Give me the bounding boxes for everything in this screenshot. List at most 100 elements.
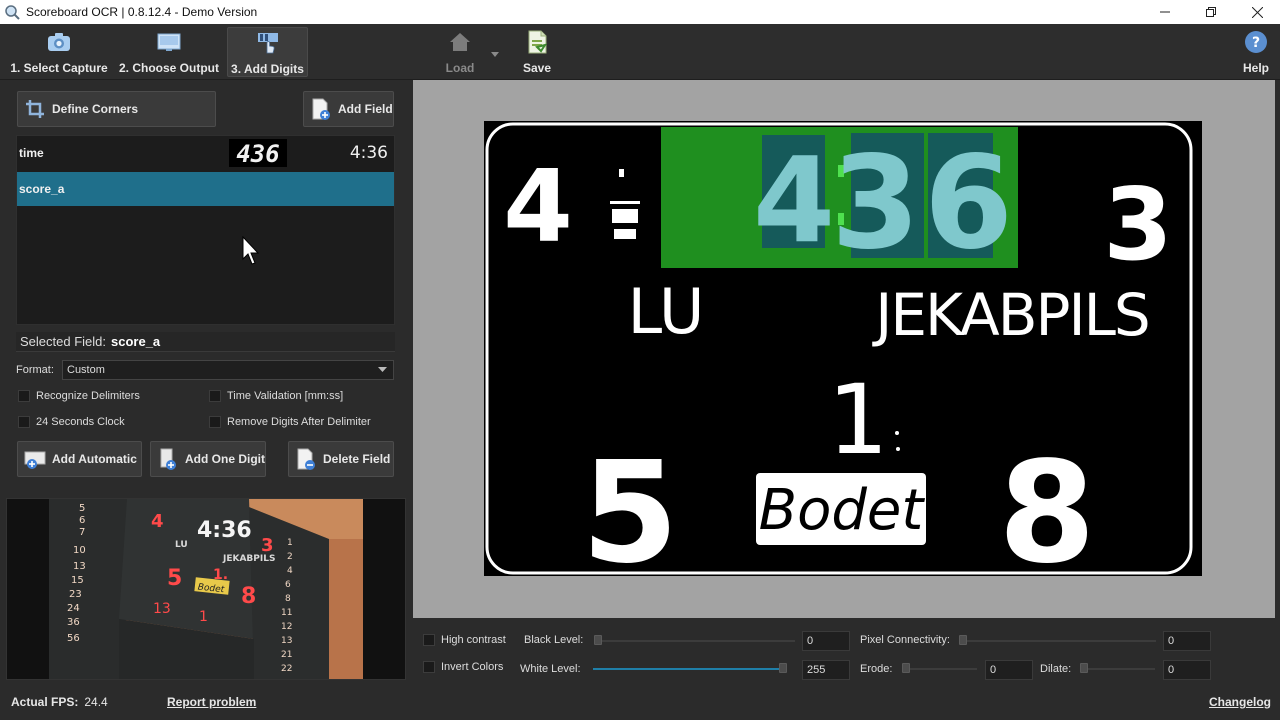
field-list: time 436 4:36 score_a [16,135,395,325]
preview-right-number: 1 [287,538,293,548]
field-row-time[interactable]: time 436 4:36 [17,136,394,170]
report-problem-link[interactable]: Report problem [167,695,256,709]
time-validation-checkbox[interactable]: Time Validation [mm:ss] [209,390,343,402]
preview-left-number: 36 [67,617,80,628]
help-button[interactable]: ? Help [1237,27,1275,77]
camera-preview-image: 5 6 7 10 13 15 23 24 36 56 4 4:36 3 LU J… [49,499,363,679]
close-icon [1251,6,1263,18]
erode-label: Erode: [860,663,893,675]
checkbox-box [423,661,435,673]
step-choose-output-button[interactable]: 2. Choose Output [118,27,220,77]
away-score: 3 [1103,166,1173,283]
delete-field-button[interactable]: Delete Field [288,441,394,477]
black-level-label: Black Level: [524,634,584,646]
white-level-slider-handle[interactable] [779,663,787,673]
fps-value: 24.4 [84,695,108,709]
add-field-label: Add Field [338,102,393,116]
save-button[interactable]: Save [517,27,557,77]
format-label: Format: [16,364,54,376]
dilate-slider-track[interactable] [1083,668,1155,670]
field-digits-preview: 436 [229,139,287,168]
restore-icon [1206,7,1216,17]
field-value: 4:36 [349,143,388,163]
changelog-link[interactable]: Changelog [1209,695,1271,709]
svg-text:?: ? [1252,35,1260,51]
black-level-slider-track[interactable] [595,640,795,642]
format-select[interactable]: Custom [62,360,394,380]
chevron-down-icon [378,367,387,372]
invert-colors-checkbox[interactable]: Invert Colors [423,661,503,673]
preview-left-number: 56 [67,633,80,644]
define-corners-button[interactable]: Define Corners [17,91,216,127]
field-digits-text: 436 [236,140,279,167]
checkbox-box [209,416,221,428]
fps-label: Actual FPS: [11,695,79,709]
erode-slider-track[interactable] [905,668,977,670]
black-level-slider-handle[interactable] [594,635,602,645]
add-field-button[interactable]: Add Field [303,91,394,127]
dilate-slider-handle[interactable] [1080,663,1088,673]
period-number: 1 [827,364,888,476]
load-button[interactable]: Load [440,27,480,77]
preview-left-number: 24 [67,603,80,614]
erode-slider-handle[interactable] [902,663,910,673]
home-team-name: LU [628,275,705,348]
preview-right-number: 13 [281,636,292,646]
digits-hand-icon [257,33,278,54]
recognize-delimiters-checkbox[interactable]: Recognize Delimiters [18,390,140,402]
title-bar: Scoreboard OCR | 0.8.12.4 - Demo Version [0,0,1280,24]
close-button[interactable] [1234,0,1280,24]
remove-digits-checkbox[interactable]: Remove Digits After Delimiter [209,416,371,428]
preview-left-number: 7 [79,527,85,538]
step-choose-output-label: 2. Choose Output [119,61,219,75]
preview-home-fouls: 5 [167,566,182,591]
preview-right-number: 8 [285,594,291,604]
preview-right-number: 11 [281,608,292,618]
add-automatic-label: Add Automatic [52,452,137,466]
restore-button[interactable] [1188,0,1234,24]
preview-right-number: 4 [287,566,293,576]
white-level-slider-track[interactable] [593,668,785,670]
pixel-connectivity-input[interactable]: 0 [1163,631,1211,651]
erode-input[interactable]: 0 [985,660,1033,680]
load-dropdown-arrow[interactable] [491,46,499,60]
preview-away-score: 3 [261,535,274,556]
remove-digits-label: Remove Digits After Delimiter [227,416,371,428]
pixel-connectivity-slider-handle[interactable] [959,635,967,645]
step-select-capture-button[interactable]: 1. Select Capture [8,27,110,77]
dilate-input[interactable]: 0 [1163,660,1211,680]
left-panel: Define Corners Add Field time 436 4:36 s… [0,80,410,690]
clock-minutes-digit: 4 [753,131,835,269]
status-bar: Actual FPS: 24.4 Report problem Changelog [0,690,1280,720]
seconds-clock-checkbox[interactable]: 24 Seconds Clock [18,416,125,428]
preview-left-number: 5 [79,503,85,514]
minimize-icon [1160,11,1170,13]
home-fouls: 5 [581,432,678,576]
format-value: Custom [67,364,105,376]
selected-field-indicator: Selected Field: score_a [16,332,395,352]
step-add-digits-button[interactable]: 3. Add Digits [227,27,308,77]
field-row-score-a[interactable]: score_a [17,172,394,206]
home-icon [450,33,470,51]
window-title: Scoreboard OCR | 0.8.12.4 - Demo Version [26,5,258,19]
mouse-cursor-icon [242,236,260,265]
preview-left-number: 23 [69,589,82,600]
black-level-input[interactable]: 0 [802,631,850,651]
preview-left-number: 13 [73,561,86,572]
pixel-connectivity-label: Pixel Connectivity: [860,634,950,646]
processed-image-area[interactable]: 4 36 4 3 LU JEKABPILS 1 5 8 Bodet [413,80,1275,618]
away-fouls: 8 [998,432,1095,576]
away-team-name: JEKABPILS [872,281,1148,349]
minimize-button[interactable] [1142,0,1188,24]
white-level-input[interactable]: 255 [802,660,850,680]
preview-left-number: 10 [73,545,86,556]
add-automatic-button[interactable]: Add Automatic [17,441,142,477]
pixel-connectivity-slider-track[interactable] [962,640,1156,642]
preview-home-team: LU [175,540,188,550]
format-row: Format: Custom [16,360,395,380]
preview-right-number: 2 [287,552,293,562]
camera-preview: 5 6 7 10 13 15 23 24 36 56 4 4:36 3 LU J… [6,498,406,680]
preview-left-number: 15 [71,575,84,586]
add-one-digit-button[interactable]: Add One Digit [150,441,266,477]
high-contrast-checkbox[interactable]: High contrast [423,634,506,646]
